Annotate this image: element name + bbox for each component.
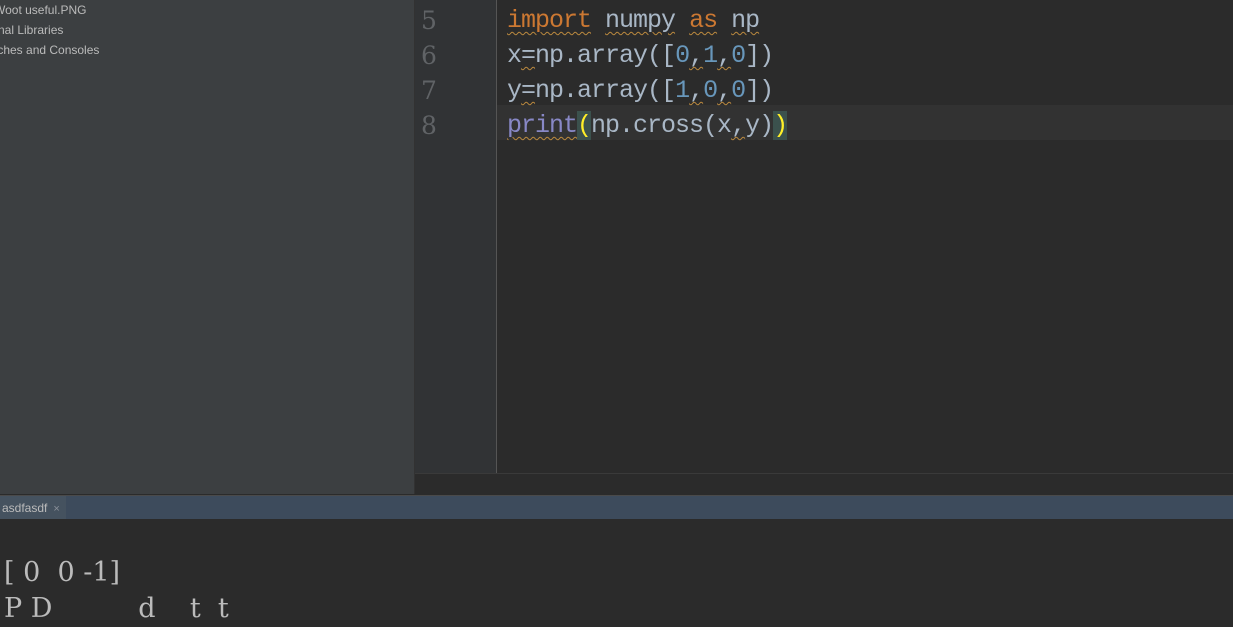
code-line[interactable]: import numpy as np — [507, 3, 760, 38]
line-number: 5 — [421, 6, 437, 35]
tree-item-external-libraries[interactable]: rnal Libraries — [0, 20, 63, 40]
tree-item-scratches-and-consoles[interactable]: tches and Consoles — [0, 40, 99, 60]
keyword-import: import — [507, 6, 592, 35]
number: 1 — [703, 41, 718, 70]
assign-operator: = — [521, 76, 536, 105]
editor-horizontal-scroll-area[interactable] — [415, 473, 1233, 495]
paren-close-highlight: ) — [773, 111, 788, 140]
comma: , — [717, 76, 732, 105]
run-tab-label: asdfasdf — [2, 501, 48, 515]
number: 0 — [731, 76, 746, 105]
line-number-gutter: 5 6 7 8 — [415, 0, 497, 473]
code-line[interactable]: print(np.cross(x,y)) — [507, 108, 788, 143]
call-arg: y) — [745, 111, 774, 140]
code-area[interactable]: import numpy as np x=np.array([0,1,0]) y… — [497, 0, 1233, 473]
variable: x — [507, 41, 522, 70]
number: 0 — [731, 41, 746, 70]
paren-open-highlight: ( — [577, 111, 592, 140]
call-expr: np.cross(x — [591, 111, 732, 140]
console-output-line: P D d t t — [4, 593, 246, 624]
comma: , — [689, 76, 704, 105]
comma: , — [717, 41, 732, 70]
run-console[interactable]: [ 0 0 -1] P D d t t — [0, 519, 1233, 624]
tree-item-file[interactable]: Woot useful.PNG — [0, 0, 86, 20]
code-line[interactable]: x=np.array([0,1,0]) — [507, 38, 774, 73]
comma: , — [731, 111, 746, 140]
call-expr: np.array([ — [535, 76, 676, 105]
project-tree-panel: Woot useful.PNG rnal Libraries tches and… — [0, 0, 415, 494]
builtin-print: print — [507, 111, 578, 140]
console-output-line: [ 0 0 -1] — [4, 557, 121, 588]
number: 0 — [703, 76, 718, 105]
close-icon[interactable]: × — [53, 503, 59, 515]
module-alias: np — [731, 6, 760, 35]
bracket-close: ]) — [745, 76, 774, 105]
bracket-close: ]) — [745, 41, 774, 70]
run-tab[interactable]: asdfasdf × — [0, 496, 66, 520]
code-line[interactable]: y=np.array([1,0,0]) — [507, 73, 774, 108]
keyword-as: as — [689, 6, 718, 35]
number: 1 — [675, 76, 690, 105]
comma: , — [689, 41, 704, 70]
code-editor[interactable]: 5 6 7 8 import numpy as np x=np.array([0… — [415, 0, 1233, 473]
run-panel-header: asdfasdf × — [0, 495, 1233, 520]
line-number: 6 — [421, 41, 437, 70]
assign-operator: = — [521, 41, 536, 70]
variable: y — [507, 76, 522, 105]
number: 0 — [675, 41, 690, 70]
module-name: numpy — [605, 6, 676, 35]
line-number: 8 — [421, 111, 437, 140]
call-expr: np.array([ — [535, 41, 676, 70]
line-number: 7 — [421, 76, 437, 105]
